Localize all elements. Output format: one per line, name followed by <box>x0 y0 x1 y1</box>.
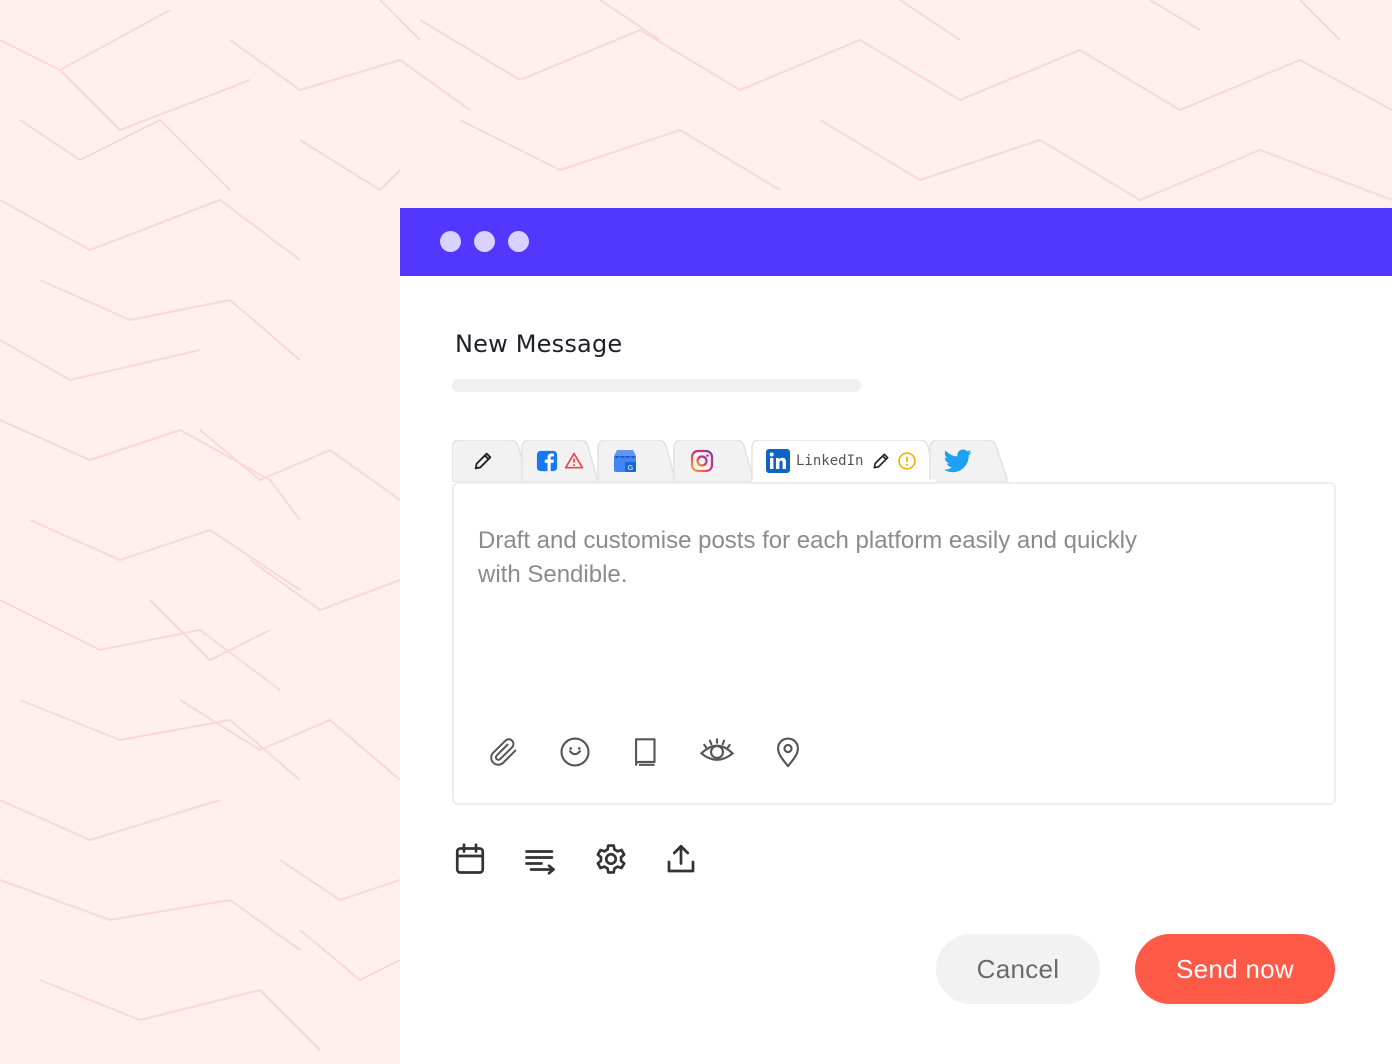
linkedin-tab-label: LinkedIn <box>796 453 864 469</box>
google-business-tab[interactable]: G <box>612 440 638 482</box>
book-icon[interactable] <box>626 732 666 772</box>
post-editor[interactable]: Draft and customise posts for each platf… <box>452 482 1336 805</box>
facebook-tab[interactable] <box>536 440 584 482</box>
window-dot-1[interactable] <box>440 231 461 252</box>
title-placeholder-bar <box>452 379 861 392</box>
warning-triangle-icon <box>564 452 584 469</box>
edit-all-tab[interactable] <box>472 440 494 482</box>
calendar-icon[interactable] <box>450 839 490 879</box>
instagram-icon <box>690 449 714 473</box>
platform-tabs: G LinkedIn <box>452 440 1052 482</box>
linkedin-tab[interactable]: LinkedIn <box>766 440 917 482</box>
twitter-icon <box>944 449 972 473</box>
cancel-button[interactable]: Cancel <box>936 934 1100 1004</box>
linkedin-icon <box>766 449 790 473</box>
instagram-tab[interactable] <box>690 440 714 482</box>
paperclip-icon[interactable] <box>484 732 524 772</box>
gear-icon[interactable] <box>591 839 631 879</box>
facebook-icon <box>536 450 558 472</box>
upload-icon[interactable] <box>661 839 701 879</box>
compose-window: New Message G LinkedIn Draft and customi… <box>400 208 1392 1064</box>
message-title: New Message <box>455 330 623 358</box>
window-titlebar <box>400 208 1392 276</box>
editor-placeholder[interactable]: Draft and customise posts for each platf… <box>478 524 1158 592</box>
pencil-icon[interactable] <box>871 451 891 471</box>
alert-circle-icon <box>898 452 917 470</box>
twitter-tab[interactable] <box>944 440 972 482</box>
emoji-icon[interactable] <box>555 732 595 772</box>
eye-icon[interactable] <box>697 732 737 772</box>
svg-text:G: G <box>628 465 633 472</box>
window-dot-3[interactable] <box>508 231 529 252</box>
send-now-button[interactable]: Send now <box>1135 934 1335 1004</box>
queue-icon[interactable] <box>520 839 560 879</box>
pencil-icon <box>474 452 492 470</box>
location-pin-icon[interactable] <box>768 732 808 772</box>
google-my-business-icon: G <box>614 450 636 472</box>
window-dot-2[interactable] <box>474 231 495 252</box>
